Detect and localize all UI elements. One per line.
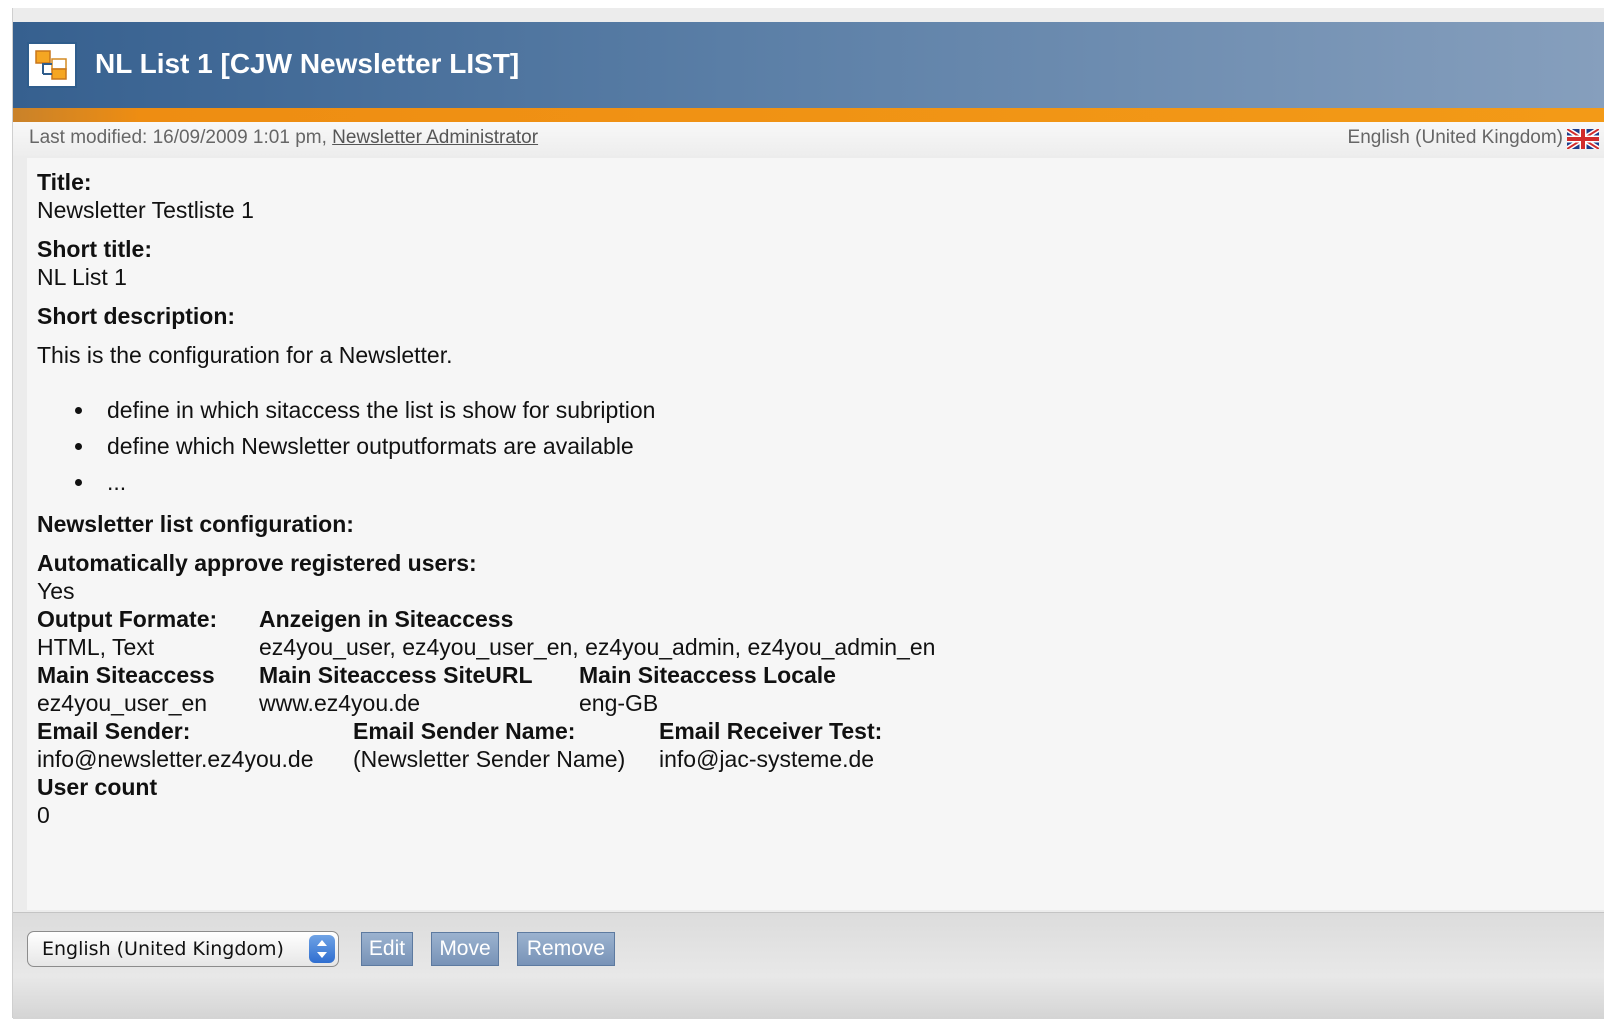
edit-button[interactable]: Edit [361,932,413,966]
email-sender-label: Email Sender: [37,718,191,744]
auto-approve-label: Automatically approve registered users: [37,550,477,576]
title-label: Title: [37,169,92,195]
auto-approve-value: Yes [37,578,75,604]
accent-stripe [13,108,1604,122]
email-sender-name-value: (Newsletter Sender Name) [353,746,626,772]
uk-flag-icon [1565,126,1601,155]
short-description-label: Short description: [37,303,236,329]
siteaccess-label: Anzeigen in Siteaccess [259,606,514,632]
language-indicator: English (United Kingdom) [1347,127,1563,148]
content-area: Title: Newsletter Testliste 1 Short titl… [27,158,1604,910]
main-siteurl-value: www.ez4you.de [259,690,421,716]
language-select-value: English (United Kingdom) [42,938,284,960]
siteaccess-value: ez4you_user, ez4you_user_en, ez4you_admi… [259,634,936,660]
short-description-text: This is the configuration for a Newslett… [37,342,453,368]
select-stepper-icon [309,935,335,963]
email-receiver-test-label: Email Receiver Test: [659,718,883,744]
list-item: ... [96,464,655,500]
email-sender-name-label: Email Sender Name: [353,718,576,744]
output-formats-value: HTML, Text [37,634,155,660]
main-locale-value: eng-GB [579,690,659,716]
main-siteurl-label: Main Siteaccess SiteURL [259,662,533,688]
user-count-label: User count [37,774,158,800]
main-siteaccess-value: ez4you_user_en [37,690,208,716]
author-link[interactable]: Newsletter Administrator [332,127,538,148]
short-title-label: Short title: [37,236,152,262]
meta-bar: Last modified: 16/09/2009 1:01 pm, Newsl… [13,122,1604,156]
email-receiver-test-value: info@jac-systeme.de [659,746,875,772]
short-description-list: define in which sitaccess the list is sh… [37,392,655,500]
last-modified: Last modified: 16/09/2009 1:01 pm, Newsl… [29,127,538,149]
list-item: define which Newsletter outputformats ar… [96,428,655,464]
object-view-panel: NL List 1 [CJW Newsletter LIST] Last mod… [12,8,1604,1019]
main-locale-label: Main Siteaccess Locale [579,662,836,688]
action-bar: English (United Kingdom) Edit Move Remov… [13,912,1604,1019]
last-modified-text: Last modified: 16/09/2009 1:01 pm, [29,127,327,148]
output-formats-label: Output Formate: [37,606,218,632]
page-title: NL List 1 [CJW Newsletter LIST] [95,48,520,79]
remove-button[interactable]: Remove [517,932,615,966]
list-item: define in which sitaccess the list is sh… [96,392,655,428]
title-value: Newsletter Testliste 1 [37,197,254,223]
config-label: Newsletter list configuration: [37,511,354,537]
user-count-value: 0 [37,802,50,828]
move-button[interactable]: Move [431,932,499,966]
language-select[interactable]: English (United Kingdom) [27,931,339,967]
class-list-icon [27,42,77,88]
short-title-value: NL List 1 [37,264,127,290]
title-bar: NL List 1 [CJW Newsletter LIST] [13,22,1604,108]
email-sender-value: info@newsletter.ez4you.de [37,746,314,772]
main-siteaccess-label: Main Siteaccess [37,662,215,688]
